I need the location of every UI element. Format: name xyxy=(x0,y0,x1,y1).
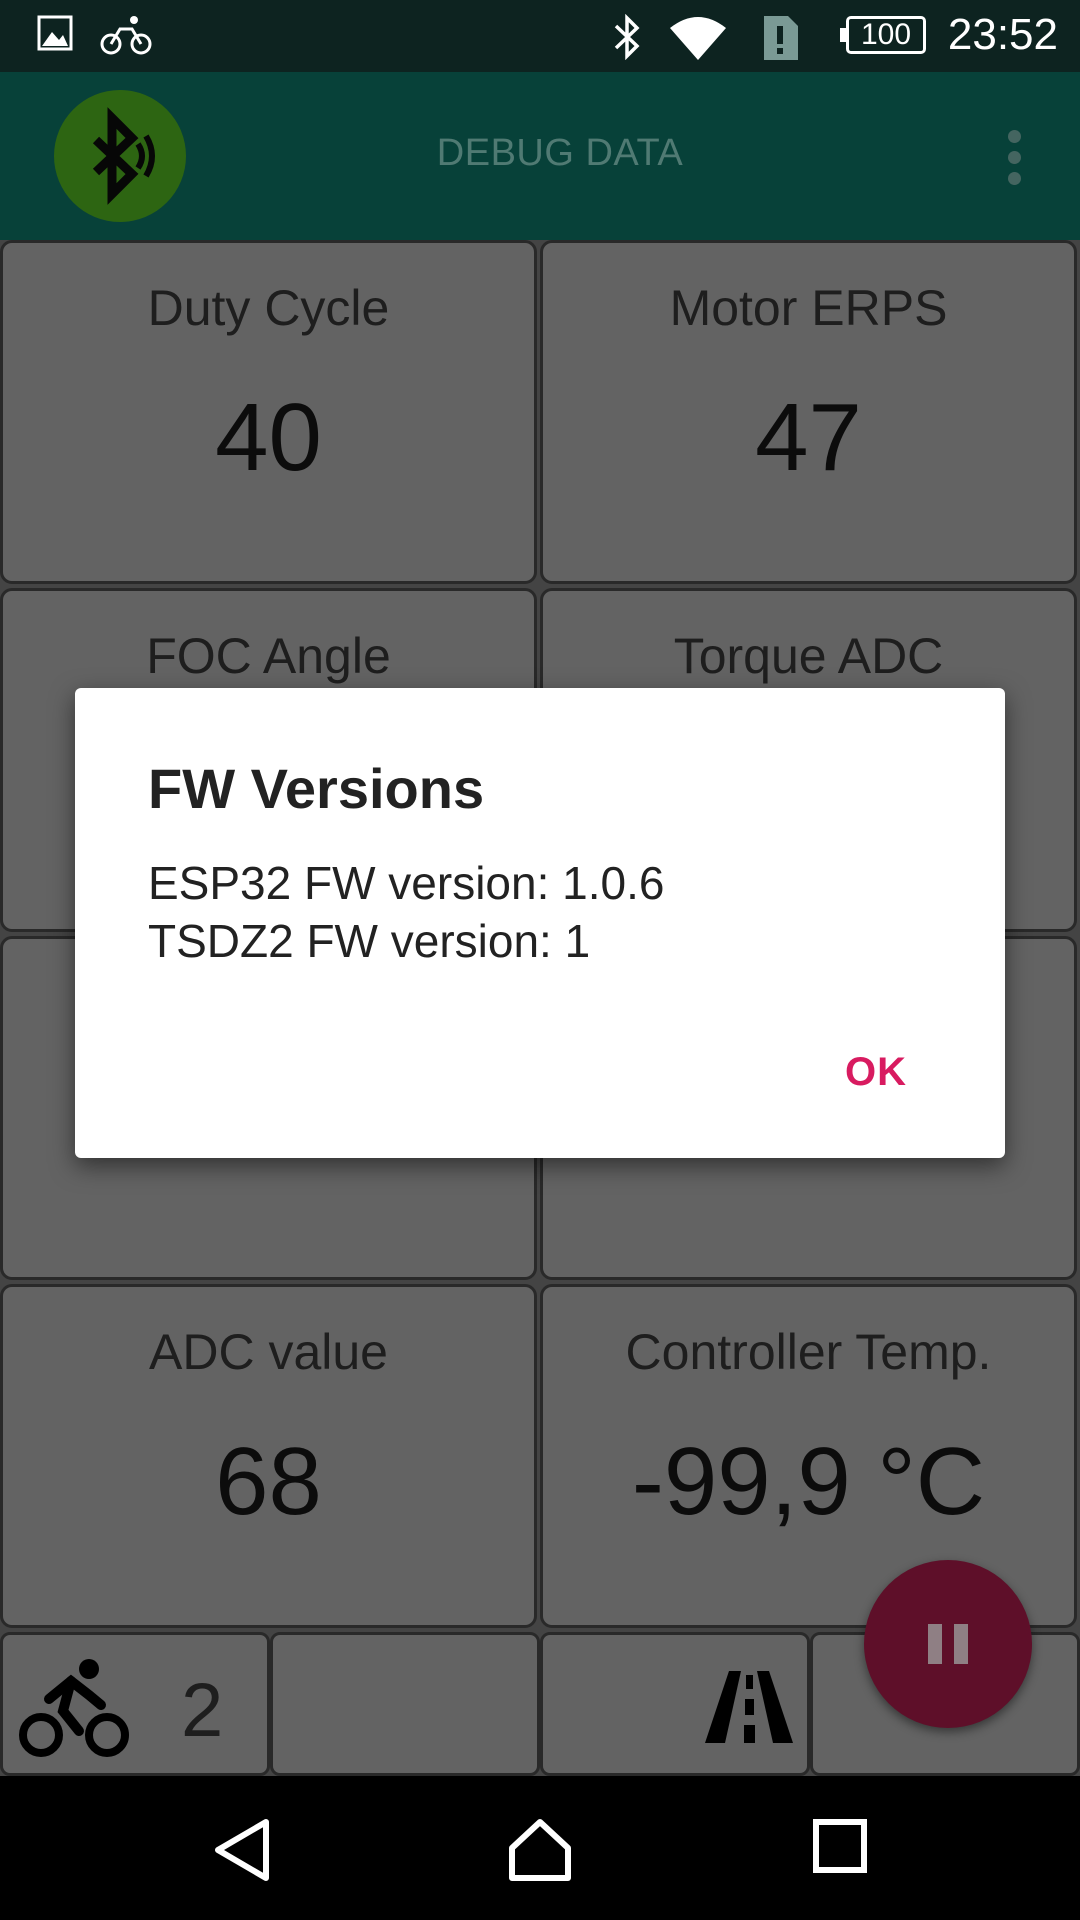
back-icon[interactable] xyxy=(212,1818,272,1882)
bluetooth-icon xyxy=(614,14,640,60)
wifi-icon xyxy=(670,17,726,60)
navigation-bar xyxy=(0,1776,1080,1920)
status-bar: 100 23:52 xyxy=(0,0,1080,72)
recents-icon[interactable] xyxy=(812,1818,868,1874)
fw-versions-dialog: FW Versions ESP32 FW version: 1.0.6 TSDZ… xyxy=(75,688,1005,1158)
battery-icon: 100 xyxy=(840,16,926,54)
tsdz2-version-text: TSDZ2 FW version: 1 xyxy=(148,915,591,967)
home-icon[interactable] xyxy=(508,1818,572,1882)
pause-fab[interactable] xyxy=(864,1560,1032,1728)
esp32-version-text: ESP32 FW version: 1.0.6 xyxy=(148,857,665,909)
dialog-title: FW Versions xyxy=(148,757,485,820)
pause-icon xyxy=(928,1624,942,1664)
status-time: 23:52 xyxy=(947,10,1058,59)
bike-icon xyxy=(100,16,152,55)
ok-button[interactable]: OK xyxy=(845,1050,907,1095)
alert-icon xyxy=(764,16,798,60)
image-icon xyxy=(37,15,73,51)
